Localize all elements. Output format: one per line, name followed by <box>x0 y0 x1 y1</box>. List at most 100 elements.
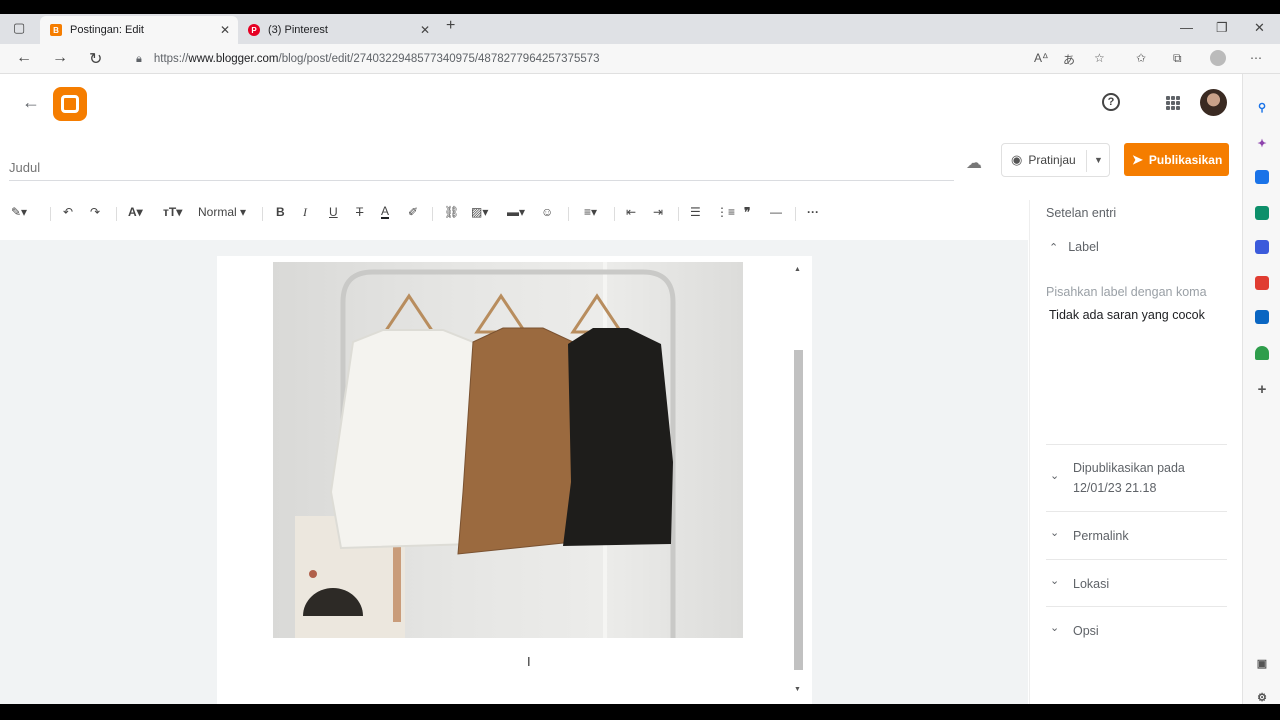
published-section[interactable]: ⌄ Dipublikasikan pada 12/01/23 21.18 <box>1046 444 1227 512</box>
preview-button[interactable]: ◉ Pratinjau ▼ <box>1001 143 1110 177</box>
chevron-down-icon: ⌄ <box>1050 622 1060 634</box>
browser-window: ▢ B Postingan: Edit ✕ P (3) Pinterest ✕ … <box>0 14 1280 704</box>
lock-icon: 🔒︎ <box>136 52 142 65</box>
scroll-down-icon[interactable]: ▼ <box>794 686 801 693</box>
location-label: Lokasi <box>1073 577 1110 591</box>
copilot-icon[interactable]: ✦ <box>1255 136 1269 150</box>
outlook-icon[interactable] <box>1255 310 1269 324</box>
tools-icon[interactable] <box>1255 206 1269 220</box>
collections-icon[interactable]: ⧉ <box>1173 51 1182 66</box>
apps-grid-icon[interactable] <box>1166 96 1180 110</box>
permalink-section[interactable]: ⌄ Permalink <box>1046 511 1227 559</box>
add-icon[interactable]: + <box>1255 381 1269 398</box>
bold-icon[interactable]: B <box>276 205 285 219</box>
tab-title: Postingan: Edit <box>70 24 144 36</box>
edit-mode-icon[interactable]: ✎▾ <box>11 205 27 219</box>
publish-label: Publikasikan <box>1148 152 1223 167</box>
formatting-toolbar: ✎▾ ↶ ↷ A▾ ᴛT▾ Normal ▾ B I U T A ✐ ⛓ ▨▾ … <box>0 200 1028 228</box>
highlight-icon[interactable]: ✐ <box>408 205 418 219</box>
minimize-icon[interactable]: — <box>1180 20 1193 35</box>
bulleted-list-icon[interactable]: ☰ <box>690 205 701 219</box>
publish-button[interactable]: ➤ Publikasikan <box>1124 143 1229 176</box>
office-icon[interactable] <box>1255 276 1269 290</box>
maximize-icon[interactable]: ❐ <box>1216 20 1228 36</box>
blogger-header: ← ? <box>0 74 1242 132</box>
emoji-icon[interactable]: ☺ <box>541 205 553 219</box>
indent-less-icon[interactable]: ⇤ <box>626 205 636 219</box>
reload-icon[interactable]: ↻ <box>89 49 102 69</box>
tab-postingan-edit[interactable]: B Postingan: Edit ✕ <box>40 16 238 44</box>
new-tab-icon[interactable]: + <box>446 17 455 35</box>
insert-image-icon[interactable]: ▨▾ <box>471 205 488 219</box>
horizontal-rule-icon[interactable]: — <box>770 205 782 219</box>
eye-icon: ◉ <box>1011 152 1023 167</box>
profile-icon[interactable] <box>1210 50 1226 66</box>
tab-title: (3) Pinterest <box>268 24 328 36</box>
add-favorite-icon[interactable]: ☆ <box>1094 51 1105 65</box>
url-field[interactable]: 🔒︎ https://www.blogger.com/blog/post/edi… <box>122 47 1122 71</box>
post-settings-panel: Setelan entri ⌃ Label Pisahkan label den… <box>1029 200 1242 704</box>
tab-strip: ▢ B Postingan: Edit ✕ P (3) Pinterest ✕ … <box>0 14 1280 44</box>
tree-icon[interactable] <box>1255 346 1269 360</box>
pinterest-favicon-icon: P <box>248 24 260 36</box>
help-icon[interactable]: ? <box>1102 93 1120 111</box>
indent-more-icon[interactable]: ⇥ <box>653 205 663 219</box>
preview-dropdown-icon[interactable]: ▼ <box>1094 155 1103 165</box>
italic-icon[interactable]: I <box>303 205 307 220</box>
paragraph-style-select[interactable]: Normal ▾ <box>198 205 246 219</box>
published-date: 12/01/23 21.18 <box>1073 481 1157 495</box>
read-aloud-icon[interactable]: Aᐞ <box>1034 51 1049 65</box>
close-window-icon[interactable]: ✕ <box>1254 20 1265 36</box>
translate-icon[interactable]: あ <box>1063 51 1075 68</box>
heading-style-icon[interactable]: A▾ <box>128 205 143 219</box>
scrollbar-thumb[interactable] <box>794 350 803 670</box>
tab-actions-icon[interactable]: ▢ <box>13 20 25 36</box>
published-label: Dipublikasikan pada <box>1073 461 1185 475</box>
more-options-icon[interactable]: ··· <box>807 205 819 219</box>
no-suggestions-text: Tidak ada saran yang cocok <box>1049 308 1205 322</box>
close-tab-icon[interactable]: ✕ <box>220 23 230 37</box>
label-input[interactable]: Pisahkan label dengan koma <box>1046 285 1207 299</box>
label-section-toggle[interactable]: ⌃ Label <box>1049 240 1099 254</box>
address-bar-row: ← → ↻ 🔒︎ https://www.blogger.com/blog/po… <box>0 44 1280 74</box>
tab-pinterest[interactable]: P (3) Pinterest ✕ <box>238 16 438 44</box>
avatar[interactable] <box>1200 89 1227 116</box>
post-title-input[interactable] <box>9 155 954 181</box>
text-color-icon[interactable]: A <box>381 205 390 219</box>
quote-icon[interactable]: ❞ <box>744 205 750 219</box>
options-label: Opsi <box>1073 624 1099 638</box>
post-title-row: ☁ ◉ Pratinjau ▼ ➤ Publikasikan <box>0 142 1242 188</box>
label-section-title: Label <box>1068 240 1099 254</box>
favorites-icon[interactable]: ✩ <box>1136 51 1146 65</box>
align-icon[interactable]: ≡▾ <box>584 205 597 219</box>
post-image[interactable] <box>273 262 743 638</box>
blogger-favicon-icon: B <box>50 24 62 36</box>
shopping-icon[interactable] <box>1255 170 1269 184</box>
search-icon[interactable]: ⚲ <box>1255 100 1269 114</box>
close-tab-icon[interactable]: ✕ <box>420 23 430 37</box>
redo-icon[interactable]: ↷ <box>90 205 100 219</box>
back-icon[interactable]: ← <box>16 49 32 67</box>
games-icon[interactable] <box>1255 240 1269 254</box>
chevron-down-icon: ⌄ <box>1050 470 1060 482</box>
numbered-list-icon[interactable]: ⋮≡ <box>716 205 735 219</box>
editor-scrollbar[interactable]: ▲ ▼ <box>792 262 805 698</box>
more-menu-icon[interactable]: ⋯ <box>1250 51 1262 65</box>
url-path: /blog/post/edit/2740322948577340975/4878… <box>278 53 600 65</box>
options-section[interactable]: ⌄ Opsi <box>1046 606 1227 654</box>
location-section[interactable]: ⌄ Lokasi <box>1046 559 1227 607</box>
strikethrough-icon[interactable]: T <box>356 205 363 219</box>
scroll-up-icon[interactable]: ▲ <box>794 266 801 273</box>
back-arrow-icon[interactable]: ← <box>22 92 40 113</box>
settings-icon[interactable]: ⚙ <box>1255 690 1269 704</box>
undo-icon[interactable]: ↶ <box>63 205 73 219</box>
send-icon: ➤ <box>1132 151 1143 167</box>
forward-icon[interactable]: → <box>52 49 68 67</box>
insert-video-icon[interactable]: ▬▾ <box>507 205 525 219</box>
font-size-icon[interactable]: ᴛT▾ <box>163 205 182 219</box>
blogger-logo-icon[interactable] <box>53 87 87 121</box>
sidebar-toggle-icon[interactable]: ▣ <box>1255 656 1269 670</box>
chevron-up-icon: ⌃ <box>1049 241 1059 254</box>
link-icon[interactable]: ⛓ <box>444 205 459 219</box>
underline-icon[interactable]: U <box>329 205 338 219</box>
